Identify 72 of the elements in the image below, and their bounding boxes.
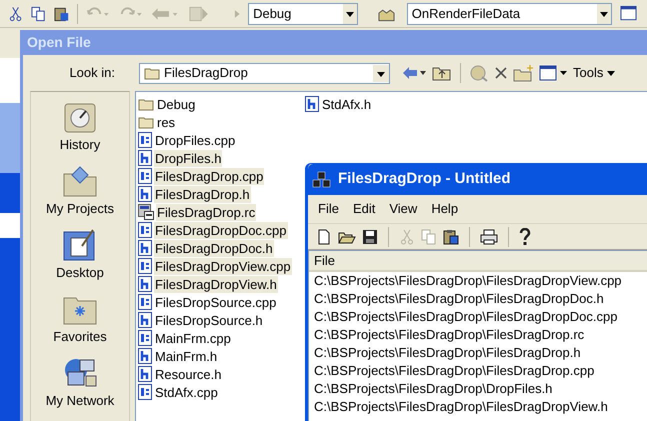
window-icon[interactable] bbox=[620, 4, 639, 22]
list-row[interactable]: C:\BSProjects\FilesDragDrop\FilesDragDrop.rc bbox=[309, 326, 647, 344]
file-item[interactable]: FilesDropSource.h bbox=[138, 311, 305, 329]
file-item[interactable]: DropFiles.cpp bbox=[138, 131, 305, 149]
folder-icon bbox=[138, 97, 154, 111]
file-item[interactable]: StdAfx.h bbox=[305, 95, 472, 113]
places-item[interactable]: History bbox=[31, 100, 129, 152]
list-row[interactable]: C:\BSProjects\FilesDragDrop\FilesDragDropDoc.cpp bbox=[309, 308, 647, 326]
list-row[interactable]: C:\BSProjects\FilesDragDrop\FilesDragDropView.cpp bbox=[309, 272, 647, 290]
paste-icon[interactable] bbox=[443, 228, 459, 244]
column-header[interactable]: File bbox=[309, 251, 647, 272]
window-title: FilesDragDrop - Untitled bbox=[338, 169, 511, 190]
source-file-icon bbox=[138, 258, 152, 274]
new-folder-icon[interactable] bbox=[513, 64, 535, 82]
source-file-icon bbox=[138, 168, 152, 184]
header-file-icon bbox=[138, 186, 152, 202]
printer-icon[interactable] bbox=[480, 228, 498, 244]
list-row[interactable]: C:\BSProjects\FilesDragDrop\FilesDragDropView.h bbox=[309, 398, 647, 416]
source-file-icon bbox=[138, 294, 152, 310]
list-row[interactable]: C:\BSProjects\FilesDragDrop\FilesDragDrop.cpp bbox=[309, 362, 647, 380]
close-icon[interactable] bbox=[493, 65, 509, 81]
configuration-combo[interactable]: Debug bbox=[248, 2, 358, 24]
caret-icon bbox=[607, 70, 616, 76]
resource-file-icon bbox=[138, 204, 154, 220]
folder-icon bbox=[62, 164, 98, 198]
caret-icon bbox=[232, 8, 240, 18]
header-file-icon bbox=[138, 150, 152, 166]
places-item[interactable]: My Network bbox=[31, 356, 129, 408]
file-item[interactable]: res bbox=[138, 113, 305, 131]
menu-item[interactable]: Help bbox=[427, 199, 462, 219]
places-item[interactable]: Favorites bbox=[31, 292, 129, 344]
source-file-icon bbox=[138, 222, 152, 238]
list-row[interactable]: C:\BSProjects\FilesDragDrop\FilesDragDropDoc.h bbox=[309, 290, 647, 308]
copy-icon[interactable] bbox=[31, 6, 46, 22]
places-item[interactable]: My Projects bbox=[31, 164, 129, 216]
cubes-icon bbox=[312, 170, 332, 188]
file-item[interactable]: StdAfx.cpp bbox=[138, 383, 305, 401]
help-icon[interactable] bbox=[519, 228, 531, 246]
folder-icon bbox=[138, 115, 154, 129]
file-item[interactable]: DropFiles.h bbox=[138, 149, 305, 167]
new-document-icon[interactable] bbox=[316, 228, 332, 244]
menu-item[interactable]: Edit bbox=[348, 199, 380, 219]
back-arrow-icon[interactable] bbox=[402, 65, 428, 81]
source-file-icon bbox=[138, 384, 152, 400]
header-file-icon bbox=[305, 96, 319, 112]
up-folder-icon[interactable] bbox=[432, 65, 452, 81]
scissors-icon[interactable] bbox=[8, 6, 24, 22]
tools-menu-button[interactable]: Tools bbox=[573, 63, 616, 83]
list-row[interactable]: C:\BSProjects\FilesDragDrop\DropFiles.h bbox=[309, 380, 647, 398]
header-file-icon bbox=[138, 240, 152, 256]
function-combo[interactable]: OnRenderFileData bbox=[406, 2, 612, 24]
file-item[interactable]: FilesDropSource.cpp bbox=[138, 293, 305, 311]
file-item[interactable]: MainFrm.h bbox=[138, 347, 305, 365]
views-icon[interactable] bbox=[539, 65, 569, 81]
header-file-icon bbox=[138, 276, 152, 292]
header-file-icon bbox=[138, 348, 152, 364]
menu-item[interactable]: View bbox=[385, 199, 422, 219]
paste-icon[interactable] bbox=[54, 6, 70, 22]
file-item[interactable]: Resource.h bbox=[138, 365, 305, 383]
window-title: Open File bbox=[27, 33, 91, 52]
source-file-icon bbox=[138, 132, 152, 148]
file-item[interactable]: Debug bbox=[138, 95, 305, 113]
source-file-icon bbox=[138, 330, 152, 346]
header-file-icon bbox=[138, 312, 152, 328]
look-in-label: Look in: bbox=[68, 64, 116, 82]
folder-icon bbox=[144, 66, 160, 80]
header-file-icon bbox=[138, 366, 152, 382]
file-item[interactable]: MainFrm.cpp bbox=[138, 329, 305, 347]
look-in-combo[interactable]: FilesDragDrop bbox=[139, 62, 390, 84]
list-row[interactable]: C:\BSProjects\FilesDragDrop\FilesDragDrop.h bbox=[309, 344, 647, 362]
menu-item[interactable]: File bbox=[314, 199, 343, 219]
places-item[interactable]: Desktop bbox=[31, 228, 129, 280]
